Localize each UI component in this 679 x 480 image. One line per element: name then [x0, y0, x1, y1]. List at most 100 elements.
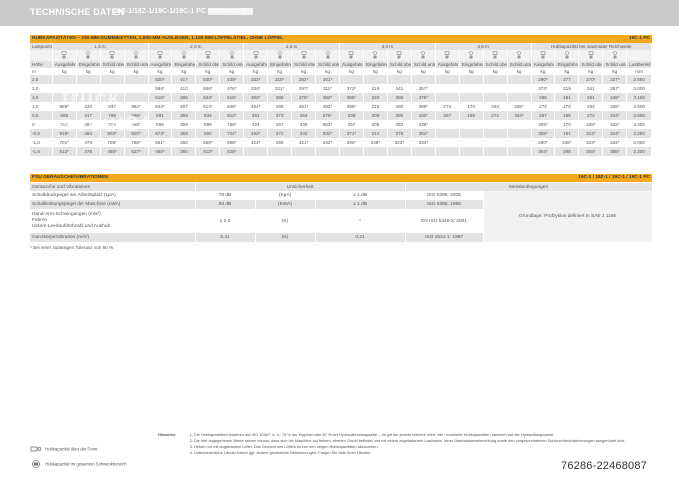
- table-cell: 341: [387, 84, 412, 93]
- table-cell: [459, 93, 484, 102]
- unit-kg: kg: [554, 68, 580, 75]
- psu-footnote: * Bei einer zulässigen Toleranz von 50 %…: [30, 245, 115, 250]
- legend-schwenk-label: Hubkapazität im gesamten Schwenkbereich: [45, 461, 127, 467]
- column-label: Schild oben: [578, 61, 604, 68]
- icon-cell: [243, 50, 269, 61]
- unit-kg: kg: [243, 68, 269, 75]
- table-cell: 421*: [291, 138, 317, 147]
- psu-head-label: Geräusche und Vibrationen: [30, 183, 196, 191]
- table-cell: [435, 75, 460, 84]
- icon-cell: [435, 50, 460, 61]
- swing-lift-icon: [181, 51, 187, 59]
- unit-kg: kg: [195, 68, 221, 75]
- table-cell: [291, 147, 317, 156]
- psu-bar: PSU GERÄUSCHE/VIBRATIONEN 16C-1 / 18Z-1 …: [30, 174, 652, 182]
- unit-kg: kg: [171, 68, 197, 75]
- unit-kg: kg: [267, 68, 293, 75]
- table-cell: 918*: [52, 129, 77, 138]
- table-cell: 205: [363, 120, 388, 129]
- table-cell: 398*: [411, 102, 436, 111]
- table-cell: 395*: [339, 102, 364, 111]
- table-cell: 788*: [124, 138, 149, 147]
- table-cell: [52, 75, 77, 84]
- psu-unit: (K): [255, 209, 316, 233]
- unit-kg: kg: [363, 68, 388, 75]
- swing-lift-icon: [133, 51, 139, 59]
- icon-cell: [315, 50, 341, 61]
- psu-row-label: Ganzkörpervibration (m/s²): [30, 233, 196, 242]
- icon-spacer: [30, 50, 53, 61]
- column-label: Ausgefahren: [435, 61, 460, 68]
- table-cell: 902*: [100, 129, 125, 138]
- table-row: -1,5 512* 476 480* 527* 460* 360 412* 428* 354* 29…: [30, 147, 652, 156]
- table-cell: 454: [291, 111, 317, 120]
- table-cell: 780: [52, 120, 77, 129]
- table-cell: 412*: [195, 147, 221, 156]
- table-cell: 272: [578, 111, 604, 120]
- table-cell: 313*: [578, 129, 604, 138]
- psu-row-label: Schallleistungspegel der Maschine (LWA): [30, 200, 196, 209]
- icon-cell: [76, 50, 101, 61]
- table-cell: 986*: [124, 111, 149, 120]
- front-lift-icon: [588, 51, 594, 59]
- icon-cell: [124, 50, 149, 61]
- table-cell: 248*: [554, 138, 580, 147]
- table-cell: 591: [148, 111, 173, 120]
- table-cell: [435, 120, 460, 129]
- row-height: 0,5: [30, 111, 53, 120]
- swing-lift-icon: [277, 51, 283, 59]
- table-cell: 634*: [195, 93, 221, 102]
- unit-kg: kg: [148, 68, 173, 75]
- table-cell: [483, 84, 508, 93]
- column-label: Schild unten: [507, 61, 532, 68]
- table-cell: 373*: [339, 84, 364, 93]
- table-cell: [100, 84, 125, 93]
- table-cell: [435, 129, 460, 138]
- table-cell: 3.000: [626, 138, 652, 147]
- front-lift-icon: [61, 51, 67, 59]
- front-lift-icon: [444, 51, 450, 59]
- table-cell: 267: [435, 111, 460, 120]
- table-cell: 296: [531, 93, 556, 102]
- table-cell: [124, 93, 149, 102]
- psu-title: PSU GERÄUSCHE/VIBRATIONEN: [32, 175, 108, 180]
- icon-cell: [411, 50, 436, 61]
- table-cell: 599: [195, 120, 221, 129]
- unit-kg: kg: [483, 68, 508, 75]
- table-cell: 350: [171, 138, 197, 147]
- table-cell: 410: [171, 84, 197, 93]
- table-cell: 451: [243, 111, 269, 120]
- table-cell: 336*: [507, 102, 532, 111]
- table-cell: 332*: [602, 120, 628, 129]
- table-cell: 388*: [602, 147, 628, 156]
- model-list: 16C-1/18Z-1/19C-1/19C-1 PC: [113, 8, 206, 15]
- front-lift-icon: [348, 51, 354, 59]
- table-cell: [459, 129, 484, 138]
- psu-unit: (K): [255, 233, 316, 242]
- table-cell: [507, 138, 532, 147]
- table-cell: 3.100: [626, 93, 652, 102]
- table-cell: 673*: [148, 129, 173, 138]
- table-cell: 958*: [124, 120, 149, 129]
- table-cell: [387, 75, 412, 84]
- psu-row-label: Hand-Arm-Schwingungen (m/s²) Fahren Untere…: [30, 209, 196, 233]
- table-cell: [52, 84, 77, 93]
- column-label: Schild unten: [602, 61, 628, 68]
- psu-standard: ISO 6395: 1988: [405, 200, 484, 209]
- table-cell: 3.000: [626, 84, 652, 93]
- table-cell: 615*: [148, 93, 173, 102]
- table-cell: 392*: [315, 93, 341, 102]
- table-cell: 552*: [315, 120, 341, 129]
- table-cell: 298: [554, 147, 580, 156]
- table-cell: [459, 147, 484, 156]
- table-cell: 319*: [267, 75, 293, 84]
- row-height: -1,0: [30, 138, 53, 147]
- table-cell: 920*: [124, 129, 149, 138]
- row-height: 2,5: [30, 75, 53, 84]
- table-cell: 334*: [243, 84, 269, 93]
- table-cell: 634: [195, 111, 221, 120]
- icon-cell: [578, 50, 604, 61]
- unit-kg: kg: [291, 68, 317, 75]
- swing-lift-icon: [468, 51, 474, 59]
- table-cell: 613*: [195, 102, 221, 111]
